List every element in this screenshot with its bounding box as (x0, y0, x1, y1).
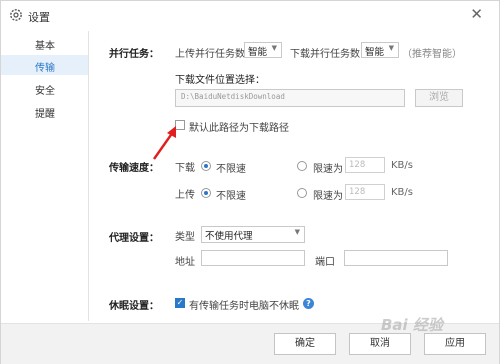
upload-unit-label: KB/s (391, 187, 413, 198)
upload-limit-radio[interactable] (297, 188, 307, 198)
upload-speed-label: 上传 (175, 190, 195, 201)
speed-label: 传输速度： (109, 163, 159, 174)
sleep-label: 休眠设置： (109, 301, 159, 312)
chevron-down-icon: ▼ (271, 44, 277, 52)
download-limit-label: 限速为 (313, 164, 343, 175)
proxy-type-label: 类型 (175, 232, 195, 243)
download-unlimited-radio[interactable] (201, 161, 211, 171)
download-limit-input[interactable]: 128 (345, 157, 385, 173)
sidebar-item-security[interactable]: 安全 (1, 78, 88, 98)
proxy-address-label: 地址 (175, 257, 195, 268)
red-arrow-annotation (153, 126, 176, 160)
no-sleep-checkbox[interactable]: ✓ (175, 298, 185, 308)
upload-parallel-select[interactable]: 智能 ▼ (244, 42, 282, 58)
download-unit-label: KB/s (391, 160, 413, 171)
cancel-button[interactable]: 取消 (349, 333, 411, 355)
sidebar-item-label: 基本 (35, 41, 55, 52)
sidebar-item-label: 传输 (35, 63, 55, 74)
title-bar: 设置 ✕ (1, 1, 499, 31)
proxy-type-select[interactable]: 不使用代理 ▼ (201, 226, 305, 243)
sidebar: 基本 传输 安全 提醒 (1, 31, 89, 321)
upload-limit-value: 128 (349, 187, 366, 197)
close-icon[interactable]: ✕ (470, 5, 483, 23)
no-sleep-label: 有传输任务时电脑不休眠 (189, 301, 299, 312)
download-limit-value: 128 (349, 160, 366, 170)
download-path-value: D:\BaiduNetdiskDownload (181, 92, 285, 101)
default-path-label: 默认此路径为下载路径 (189, 123, 289, 134)
download-unlimited-label: 不限速 (216, 164, 246, 175)
parallel-label: 并行任务： (109, 49, 159, 60)
upload-parallel-label: 上传并行任务数 (175, 49, 245, 60)
chevron-down-icon: ▼ (294, 228, 300, 236)
recommend-hint: （推荐智能） (402, 49, 462, 60)
settings-window: 设置 ✕ 基本 传输 安全 提醒 并行任务： 上传并行任务数 智能 ▼ 下载并行… (0, 0, 500, 364)
proxy-type-value: 不使用代理 (205, 231, 253, 242)
sidebar-item-reminder[interactable]: 提醒 (1, 101, 88, 121)
download-speed-label: 下载 (175, 163, 195, 174)
upload-limit-input[interactable]: 128 (345, 184, 385, 200)
sidebar-item-basic[interactable]: 基本 (1, 33, 88, 53)
help-icon[interactable]: ? (303, 298, 314, 309)
sidebar-item-label: 安全 (35, 86, 55, 97)
browse-button[interactable]: 浏览 (415, 89, 463, 107)
upload-unlimited-radio[interactable] (201, 188, 211, 198)
download-path-label: 下载文件位置选择： (175, 75, 265, 86)
ok-button[interactable]: 确定 (274, 333, 336, 355)
download-parallel-value: 智能 (365, 47, 385, 58)
upload-unlimited-label: 不限速 (216, 191, 246, 202)
upload-limit-label: 限速为 (313, 191, 343, 202)
upload-parallel-value: 智能 (248, 47, 268, 58)
chevron-down-icon: ▼ (388, 44, 394, 52)
proxy-label: 代理设置： (109, 233, 159, 244)
apply-button[interactable]: 应用 (424, 333, 486, 355)
transfer-settings-panel: 并行任务： 上传并行任务数 智能 ▼ 下载并行任务数 智能 ▼ （推荐智能） 下… (89, 31, 499, 331)
download-path-input[interactable]: D:\BaiduNetdiskDownload (175, 89, 405, 107)
proxy-port-input[interactable] (344, 250, 448, 266)
watermark: Bai 经验 (381, 316, 443, 334)
sidebar-item-transfer[interactable]: 传输 (1, 55, 88, 75)
download-limit-radio[interactable] (297, 161, 307, 171)
gear-icon (10, 9, 22, 21)
download-parallel-label: 下载并行任务数 (290, 49, 360, 60)
window-title: 设置 (28, 11, 50, 24)
download-parallel-select[interactable]: 智能 ▼ (361, 42, 399, 58)
proxy-port-label: 端口 (315, 257, 335, 268)
sidebar-item-label: 提醒 (35, 109, 55, 120)
proxy-address-input[interactable] (201, 250, 305, 266)
